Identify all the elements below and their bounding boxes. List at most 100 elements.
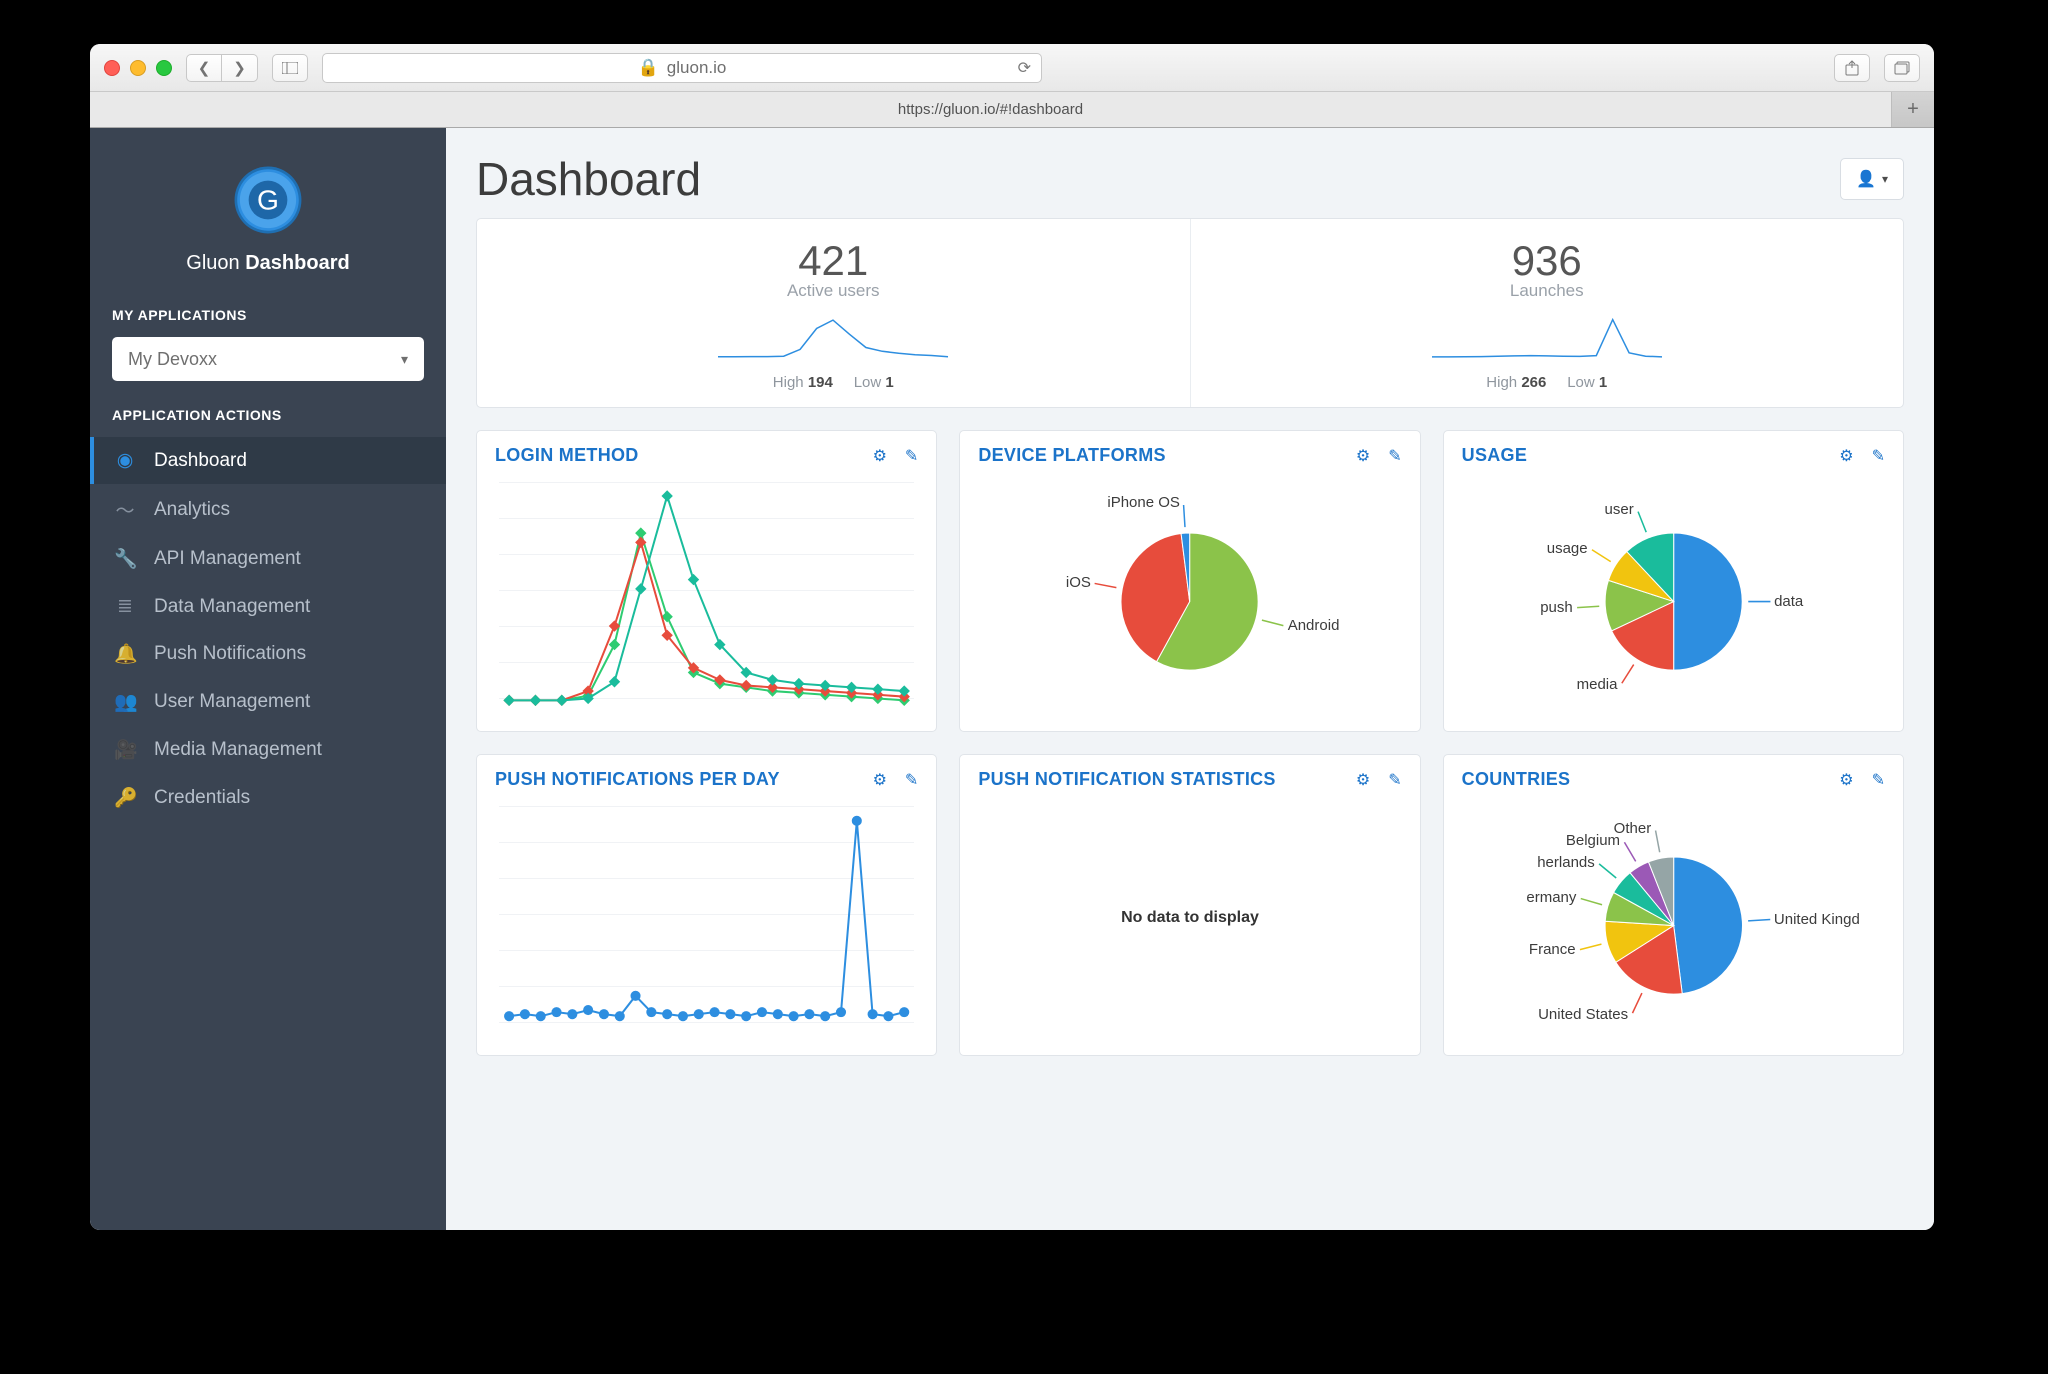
nav-credentials[interactable]: 🔑 Credentials [90,774,446,822]
nav-label: Media Management [154,739,322,761]
nav-label: Credentials [154,787,250,809]
card-login-method: LOGIN METHOD ⚙ ✎ [476,430,937,732]
push-per-day-chart [495,794,918,1041]
new-tab-button[interactable]: + [1892,92,1934,127]
cards-grid: LOGIN METHOD ⚙ ✎ DEVICE PLATFORMS [476,430,1904,1056]
bell-icon: 🔔 [114,642,136,666]
card-push-per-day: PUSH NOTIFICATIONS PER DAY ⚙ ✎ [476,754,937,1056]
edit-icon[interactable]: ✎ [1872,446,1885,466]
gear-icon[interactable]: ⚙ [873,770,887,790]
nav-dashboard[interactable]: ◉ Dashboard [90,437,446,484]
gear-icon[interactable]: ⚙ [1356,446,1370,466]
pie-label: user [1605,501,1634,518]
pie-label: media [1577,676,1618,693]
nav-push-notifications[interactable]: 🔔 Push Notifications [90,630,446,678]
pie-label: data [1774,593,1803,610]
card-usage: USAGE ⚙ ✎ datamediapushusageuser [1443,430,1904,732]
stat-range: High 194 Low 1 [487,374,1180,391]
back-button[interactable]: ❮ [186,54,222,82]
browser-tab[interactable]: https://gluon.io/#!dashboard [90,92,1892,127]
window-controls [104,60,172,76]
launches-sparkline [1427,315,1667,361]
stat-launches: 936 Launches High 266 Low 1 [1191,219,1904,407]
analytics-icon: 〜 [114,496,136,523]
usage-chart [1462,470,1885,717]
sidebar: G Gluon Dashboard MY APPLICATIONS My Dev… [90,128,446,1230]
users-icon: 👥 [114,690,136,714]
edit-icon[interactable]: ✎ [1872,770,1885,790]
sidebar-nav: ◉ Dashboard 〜 Analytics 🔧 API Management… [90,437,446,822]
address-bar[interactable]: 🔒 gluon.io ⟳ [322,53,1042,83]
maximize-window-button[interactable] [156,60,172,76]
browser-title-bar: ❮ ❯ 🔒 gluon.io ⟳ [90,44,1934,92]
stat-value: 936 [1201,237,1894,285]
nav-media-management[interactable]: 🎥 Media Management [90,726,446,774]
stat-label: Active users [487,281,1180,301]
card-title: COUNTRIES [1462,769,1571,790]
minimize-window-button[interactable] [130,60,146,76]
user-menu-button[interactable]: 👤 ▾ [1840,158,1904,200]
gear-icon[interactable]: ⚙ [1356,770,1370,790]
reload-button[interactable]: ⟳ [1018,58,1031,78]
edit-icon[interactable]: ✎ [905,446,918,466]
pie-label: herlands [1537,854,1595,871]
no-data-message: No data to display [978,794,1401,1041]
gear-icon[interactable]: ⚙ [1839,446,1853,466]
application-select[interactable]: My Devoxx ▾ [112,337,424,381]
card-title: LOGIN METHOD [495,445,639,466]
nav-label: Data Management [154,596,310,618]
chevron-down-icon: ▾ [401,351,408,368]
card-countries: COUNTRIES ⚙ ✎ United Kingd United States F… [1443,754,1904,1056]
chevron-down-icon: ▾ [1882,172,1888,186]
pie-label: usage [1547,540,1588,557]
key-icon: 🔑 [114,786,136,810]
edit-icon[interactable]: ✎ [905,770,918,790]
wrench-icon: 🔧 [114,547,136,571]
lock-icon: 🔒 [638,58,659,78]
nav-user-management[interactable]: 👥 User Management [90,678,446,726]
page-header: Dashboard 👤 ▾ [476,152,1904,206]
nav-label: API Management [154,548,301,570]
brand-logo-icon: G [224,156,312,244]
nav-data-management[interactable]: ≣ Data Management [90,583,446,630]
pie-label: United Kingd [1774,911,1860,928]
close-window-button[interactable] [104,60,120,76]
nav-api-management[interactable]: 🔧 API Management [90,535,446,583]
section-my-applications: MY APPLICATIONS [90,285,446,331]
edit-icon[interactable]: ✎ [1388,770,1401,790]
tab-url: https://gluon.io/#!dashboard [898,101,1083,118]
sidebar-toggle-button[interactable] [272,54,308,82]
card-title: PUSH NOTIFICATION STATISTICS [978,769,1275,790]
pie-label: United States [1538,1006,1628,1023]
edit-icon[interactable]: ✎ [1388,446,1401,466]
pie-label: France [1529,941,1576,958]
tab-strip: https://gluon.io/#!dashboard + [90,92,1934,128]
card-title: DEVICE PLATFORMS [978,445,1165,466]
pie-label: push [1540,599,1573,616]
section-application-actions: APPLICATION ACTIONS [90,385,446,431]
main-content: Dashboard 👤 ▾ 421 Active users High 194 … [446,128,1934,1230]
pie-label: ermany [1526,889,1576,906]
nav-analytics[interactable]: 〜 Analytics [90,484,446,535]
nav-label: User Management [154,691,310,713]
forward-button[interactable]: ❯ [222,54,258,82]
card-push-statistics: PUSH NOTIFICATION STATISTICS ⚙ ✎ No data… [959,754,1420,1056]
url-domain: gluon.io [667,58,727,78]
active-users-sparkline [713,315,953,361]
device-platforms-chart [978,470,1401,717]
share-button[interactable] [1834,54,1870,82]
nav-label: Analytics [154,499,230,521]
page-title: Dashboard [476,152,701,206]
stats-panel: 421 Active users High 194 Low 1 936 Laun… [476,218,1904,408]
pie-label: iPhone OS [1107,494,1180,511]
tabs-overview-button[interactable] [1884,54,1920,82]
gear-icon[interactable]: ⚙ [873,446,887,466]
pie-label: Android [1288,617,1340,634]
browser-window: ❮ ❯ 🔒 gluon.io ⟳ https://gluon.io/#!dash… [90,44,1934,1230]
gear-icon[interactable]: ⚙ [1839,770,1853,790]
application-select-value: My Devoxx [128,349,217,370]
user-icon: 👤 [1856,169,1876,189]
brand: G Gluon Dashboard [90,128,446,285]
database-icon: ≣ [114,595,136,618]
stat-active-users: 421 Active users High 194 Low 1 [477,219,1191,407]
